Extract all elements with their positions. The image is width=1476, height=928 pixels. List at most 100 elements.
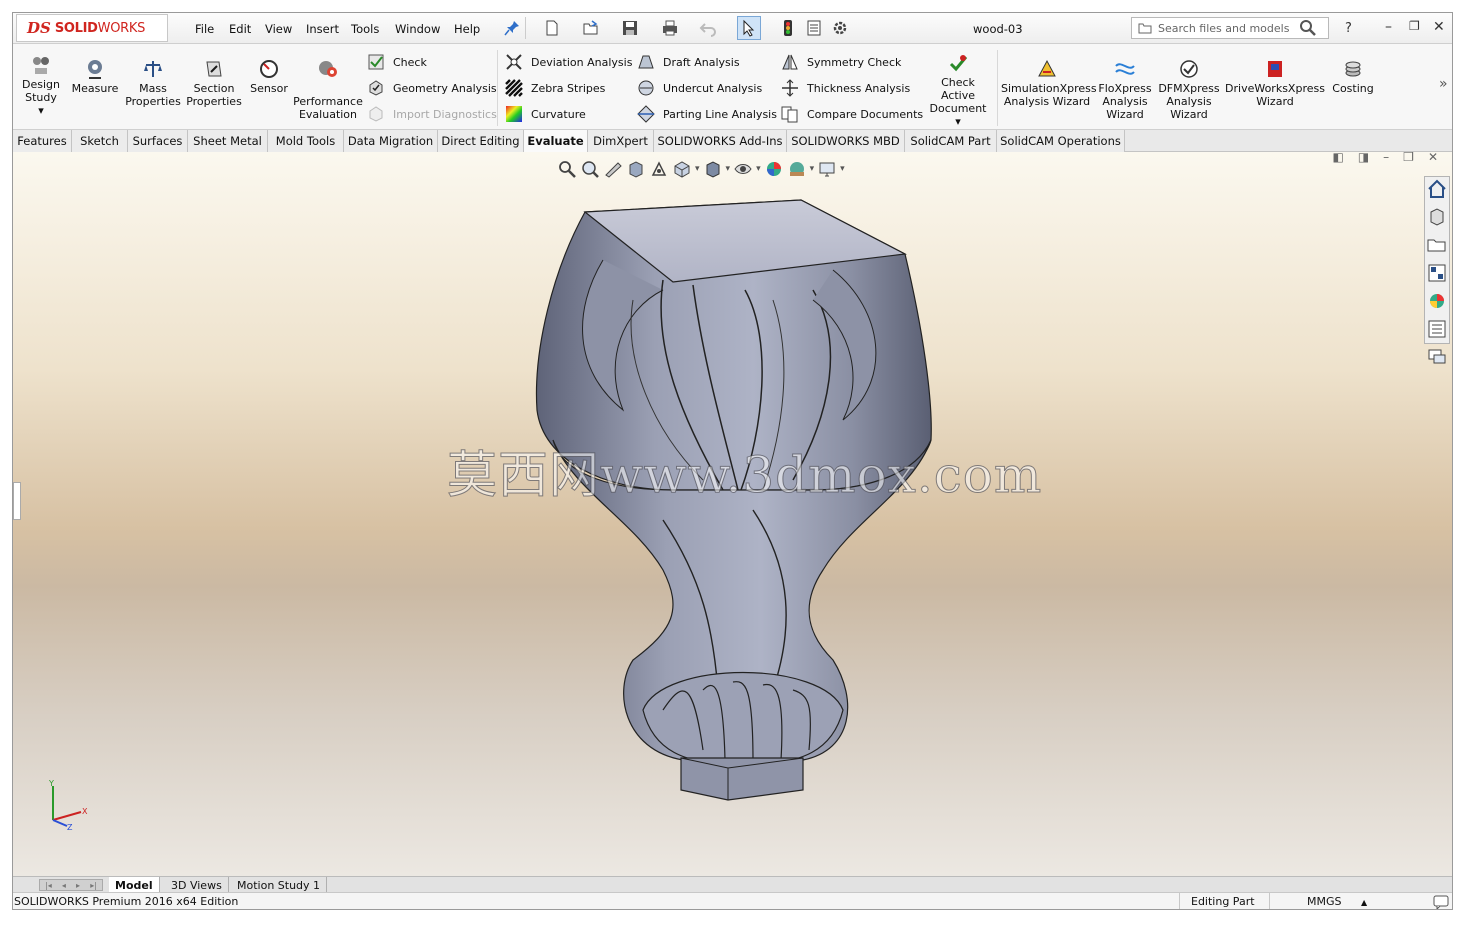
symmetry-check-button[interactable]: Symmetry Check (781, 52, 901, 72)
file-explorer-icon[interactable] (1426, 234, 1448, 256)
costing-button[interactable]: Costing (1329, 58, 1377, 95)
simulationxpress-button[interactable]: SimulationXpress Analysis Wizard (1001, 58, 1097, 108)
section-properties-button[interactable]: Section Properties (185, 58, 243, 108)
apply-scene-icon[interactable] (787, 159, 807, 179)
tab-surfaces[interactable]: Surfaces (128, 130, 188, 152)
tab-3d-views[interactable]: 3D Views (165, 877, 229, 893)
driveworksxpress-button[interactable]: DriveWorksXpress Wizard (1225, 58, 1325, 108)
tab-sheet-metal[interactable]: Sheet Metal (188, 130, 268, 152)
edit-appearance-icon[interactable] (764, 159, 784, 179)
custom-properties-icon[interactable] (1426, 318, 1448, 340)
measure-button[interactable]: Measure (69, 58, 121, 95)
traffic-light-icon[interactable] (779, 19, 797, 37)
help-button[interactable]: ? (1345, 21, 1352, 36)
design-study-button[interactable]: Design Study ▾ (19, 54, 63, 117)
tab-scroll-arrows[interactable]: |◂ ◂ ▸ ▸| (39, 879, 103, 891)
menu-help[interactable]: Help (454, 22, 480, 36)
parting-line-analysis-button[interactable]: Parting Line Analysis (637, 104, 777, 124)
tab-model[interactable]: Model (109, 877, 160, 893)
undercut-analysis-button[interactable]: Undercut Analysis (637, 78, 762, 98)
compare-documents-button[interactable]: Compare Documents (781, 104, 923, 124)
chevron-down-icon[interactable]: ▾ (726, 164, 731, 174)
tab-solidcam-operations[interactable]: SolidCAM Operations (997, 130, 1125, 152)
menu-view[interactable]: View (265, 22, 292, 36)
menu-file[interactable]: File (195, 22, 214, 36)
minimize-button[interactable]: – (1385, 19, 1392, 35)
chevron-down-icon[interactable]: ▾ (810, 164, 815, 174)
tab-data-migration[interactable]: Data Migration (344, 130, 438, 152)
dfmxpress-button[interactable]: DFMXpress Analysis Wizard (1157, 58, 1221, 121)
menu-tools[interactable]: Tools (351, 22, 379, 36)
model-3d-view[interactable] (513, 190, 973, 830)
view-orientation-icon[interactable] (672, 159, 692, 179)
prev-tab-icon[interactable]: ◂ (62, 881, 66, 890)
home-icon[interactable] (1426, 178, 1448, 200)
tab-features[interactable]: Features (13, 130, 72, 152)
tab-solidcam-part[interactable]: SolidCAM Part (905, 130, 997, 152)
more-commands-button[interactable]: » (1439, 76, 1448, 92)
tab-dimxpert[interactable]: DimXpert (588, 130, 654, 152)
geometry-analysis-button[interactable]: Geometry Analysis (367, 78, 497, 98)
viewport-close-button[interactable]: ✕ (1428, 152, 1438, 164)
display-style-icon[interactable] (703, 159, 723, 179)
mass-properties-button[interactable]: Mass Properties (125, 58, 181, 108)
check-active-document-button[interactable]: Check Active Document ▾ (923, 52, 993, 128)
close-button[interactable]: ✕ (1433, 19, 1445, 35)
zebra-stripes-button[interactable]: Zebra Stripes (505, 78, 605, 98)
next-tab-icon[interactable]: ▸ (76, 881, 80, 890)
graphics-area[interactable]: ◧ ◨ – ❐ ✕ ▾ ▾ ▾ ▾ ▾ 莫西网www.3dmox.com Y X… (13, 152, 1452, 876)
file-properties-icon[interactable] (805, 19, 823, 37)
deviation-analysis-button[interactable]: Deviation Analysis (505, 52, 632, 72)
feature-manager-flyout-handle[interactable] (13, 482, 21, 520)
solidworks-forum-icon[interactable] (1426, 346, 1448, 368)
tab-solidworks-mbd[interactable]: SOLIDWORKS MBD (787, 130, 905, 152)
check-button[interactable]: Check (367, 52, 427, 72)
appearances-icon[interactable] (1426, 290, 1448, 312)
undo-icon[interactable] (699, 19, 717, 37)
pin-icon[interactable] (503, 19, 521, 37)
thickness-analysis-button[interactable]: Thickness Analysis (781, 78, 910, 98)
design-library-icon[interactable] (1426, 206, 1448, 228)
curvature-button[interactable]: Curvature (505, 104, 586, 124)
unit-system-selector[interactable]: MMGS (1307, 895, 1342, 908)
zoom-to-area-icon[interactable] (580, 159, 600, 179)
section-view-icon[interactable] (626, 159, 646, 179)
menu-edit[interactable]: Edit (229, 22, 251, 36)
dynamic-annotation-icon[interactable] (649, 159, 669, 179)
first-tab-icon[interactable]: |◂ (45, 881, 52, 890)
tab-mold-tools[interactable]: Mold Tools (268, 130, 344, 152)
floxpress-button[interactable]: FloXpress Analysis Wizard (1097, 58, 1153, 121)
gear-icon[interactable] (831, 19, 849, 37)
quick-tips-icon[interactable] (1433, 895, 1449, 909)
tab-direct-editing[interactable]: Direct Editing (438, 130, 524, 152)
last-tab-icon[interactable]: ▸| (90, 881, 97, 890)
import-diagnostics-button[interactable]: Import Diagnostics (367, 104, 497, 124)
new-document-icon[interactable] (543, 19, 561, 37)
units-arrow-icon[interactable]: ▲ (1361, 898, 1367, 907)
chevron-down-icon[interactable]: ▾ (695, 164, 700, 174)
viewport-restore-button[interactable]: ❐ (1403, 152, 1414, 164)
print-icon[interactable] (661, 19, 679, 37)
hide-show-items-icon[interactable] (733, 159, 753, 179)
tile-right-icon[interactable]: ◨ (1358, 152, 1369, 164)
menu-insert[interactable]: Insert (306, 22, 339, 36)
tab-evaluate[interactable]: Evaluate (524, 130, 588, 152)
previous-view-icon[interactable] (603, 159, 623, 179)
view-settings-icon[interactable] (817, 159, 837, 179)
zoom-to-fit-icon[interactable] (557, 159, 577, 179)
sensor-button[interactable]: Sensor (247, 58, 291, 95)
search-icon[interactable] (1299, 19, 1317, 37)
performance-evaluation-button[interactable]: Performance Evaluation (293, 58, 363, 121)
chevron-down-icon[interactable]: ▾ (756, 164, 761, 174)
tab-motion-study-1[interactable]: Motion Study 1 (231, 877, 328, 893)
view-palette-icon[interactable] (1426, 262, 1448, 284)
tab-solidworks-add-ins[interactable]: SOLIDWORKS Add-Ins (654, 130, 787, 152)
viewport-minimize-button[interactable]: – (1383, 152, 1389, 164)
restore-button[interactable]: ❐ (1409, 19, 1420, 33)
solidworks-logo[interactable]: DS SOLIDWORKS (16, 14, 168, 42)
tab-sketch[interactable]: Sketch (72, 130, 128, 152)
select-pointer-icon[interactable] (740, 19, 758, 37)
tile-left-icon[interactable]: ◧ (1332, 152, 1343, 164)
chevron-down-icon[interactable]: ▾ (840, 164, 845, 174)
save-icon[interactable] (621, 19, 639, 37)
